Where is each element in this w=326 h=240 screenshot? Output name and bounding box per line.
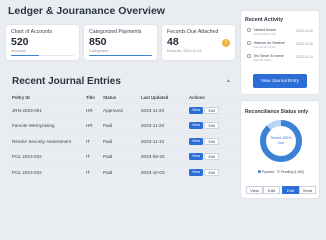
col-last-updated[interactable]: Last Updated xyxy=(141,93,189,103)
edit-button[interactable]: Edit xyxy=(204,153,219,161)
col-status[interactable]: Status xyxy=(103,93,141,103)
segment-send-button[interactable]: Send xyxy=(299,186,316,194)
stat-value: 520 xyxy=(11,36,29,48)
legend-dot xyxy=(258,170,261,173)
stat-label: Categorized Payments xyxy=(89,29,142,35)
sort-icon[interactable]: ▲ xyxy=(226,78,231,84)
table-row[interactable]: Rendor Security Assessment IT Paid 2023-… xyxy=(12,133,234,149)
view-button[interactable]: View xyxy=(189,137,204,145)
activity-date: 2023-11-20 xyxy=(295,29,313,33)
segment-edit-button[interactable]: Edit xyxy=(263,186,280,194)
activity-date: 2023-11-20 xyxy=(295,55,313,59)
journal-section-title: Recent Journal Entries xyxy=(12,76,121,87)
view-button[interactable]: View xyxy=(189,168,204,176)
activity-date: 2023-11-20 xyxy=(295,42,313,46)
stat-sub: Categorized xyxy=(89,48,109,53)
stat-card-payments[interactable]: Categorized Payments 850 Categorized xyxy=(84,25,157,60)
alert-icon: ! xyxy=(222,39,230,47)
reconciliance-title: Reconciliance Status only xyxy=(245,109,309,115)
recent-activity-panel: Recent Activity Viewed Boxes Journal ID … xyxy=(241,11,319,94)
progress-bar xyxy=(89,54,152,56)
activity-item[interactable]: Tex Sever 8 mome JRN ID 1234 xyxy=(247,54,283,62)
activity-item[interactable]: Harmon en Streene Journal ID 12-22 xyxy=(247,41,285,49)
reconciliance-panel: Reconciliance Status only Tecent 100% Do… xyxy=(241,101,319,198)
journal-table: Poltry ID Title Status Last Updated Acti… xyxy=(12,93,234,180)
edit-button[interactable]: Edit xyxy=(204,137,219,145)
radio-icon xyxy=(247,41,251,45)
view-button[interactable]: View xyxy=(189,153,204,161)
donut-center-sub: Dox xyxy=(278,141,284,145)
stat-label: Fecords Due Attached xyxy=(167,29,219,35)
legend-dot xyxy=(276,170,280,173)
stat-card-records[interactable]: Fecords Due Attached 48 Records | 2023-1… xyxy=(162,25,235,60)
edit-button[interactable]: Edit xyxy=(204,122,219,130)
segment-view-button[interactable]: View xyxy=(246,186,263,194)
col-policy-id[interactable]: Poltry ID xyxy=(12,93,86,103)
radio-icon xyxy=(247,28,251,32)
col-title[interactable]: Title xyxy=(86,93,103,103)
stat-value: 850 xyxy=(89,36,107,48)
new-journal-entry-button[interactable]: New Journal Entry xyxy=(253,74,307,88)
page-title: Ledger & Jouranance Overview xyxy=(8,5,165,17)
edit-button[interactable]: Edit xyxy=(204,107,219,115)
stat-sub: Accounts xyxy=(11,48,26,53)
radio-icon xyxy=(247,54,251,58)
stat-sub: Records | 2023-11-23 xyxy=(167,48,202,53)
table-row[interactable]: POL 2023-002 IT Paid 2023-09-20 View Edi… xyxy=(12,148,234,165)
stat-value: 48 xyxy=(167,36,179,48)
edit-button[interactable]: Edit xyxy=(204,168,219,176)
recent-activity-title: Recent Activity xyxy=(245,17,284,23)
view-button[interactable]: View xyxy=(189,122,204,130)
stat-card-accounts[interactable]: Chart of Accounts 520 Accounts xyxy=(6,25,79,60)
segment-edit-active-button[interactable]: Edit xyxy=(282,186,299,194)
table-row[interactable]: Famote Wernyrasing HR Paid 2023-11-20 Vi… xyxy=(12,117,234,134)
activity-item[interactable]: Viewed Boxes Journal ID 12-22 xyxy=(247,28,276,36)
table-row[interactable]: POL 2023-002 IT Paid 2023-10-03 View Edi… xyxy=(12,163,234,180)
table-header: Poltry ID Title Status Last Updated Acti… xyxy=(12,93,234,103)
view-button[interactable]: View xyxy=(189,107,204,115)
col-actions: Actions xyxy=(189,95,205,101)
donut-legend: Pyvored Pending (1,000) xyxy=(258,170,304,174)
table-row[interactable]: JRN-2023-001 HR Approved 2023-11-20 View… xyxy=(12,102,234,119)
stat-label: Chart of Accounts xyxy=(11,29,52,35)
donut-center-label: Tecent 100% xyxy=(270,136,292,140)
progress-bar xyxy=(11,54,74,56)
